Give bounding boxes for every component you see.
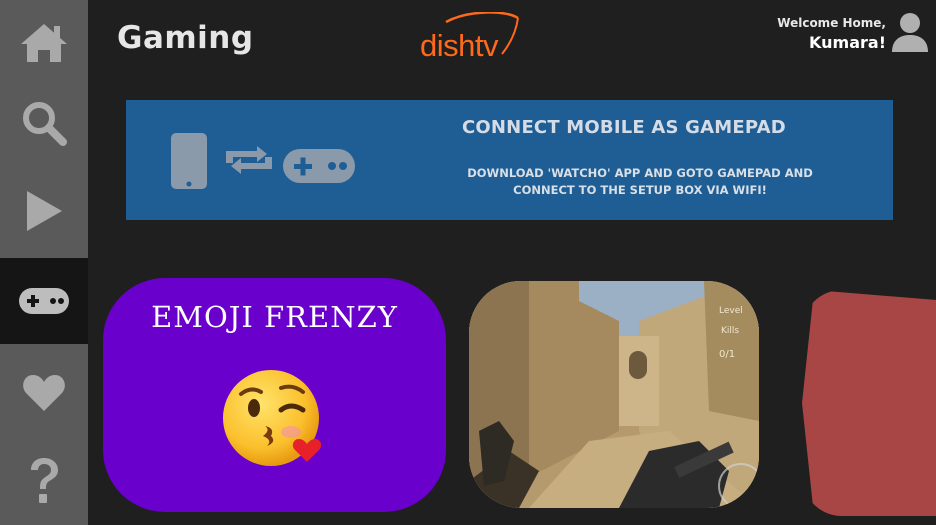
sidebar-item-gaming[interactable] [0,258,88,344]
game-card-partial[interactable] [802,290,936,516]
sync-icon [226,146,272,174]
question-icon [31,458,58,503]
sidebar-item-home[interactable] [0,0,88,86]
sidebar-item-search[interactable] [0,80,88,166]
sidebar-item-play[interactable] [0,168,88,254]
game-card-emoji-frenzy[interactable]: EMOJI FRENZY [103,278,446,512]
gamepad-icon [19,288,69,314]
gamepad-icon [283,149,355,183]
hud-level: Level [719,306,743,316]
sidebar [0,0,88,525]
banner-title: CONNECT MOBILE AS GAMEPAD [462,117,786,138]
logo-text: dishtv [420,28,498,63]
hud-score: 0/1 [719,349,735,360]
game-title: EMOJI FRENZY [151,300,398,334]
page-title: Gaming [117,20,254,56]
welcome-line: Welcome Home, [777,16,886,30]
phone-icon [171,133,207,189]
game-card-shooter[interactable]: Level Kills 0/1 [469,281,759,508]
kissing-face-emoji-icon [223,370,322,466]
user-name: Kumara! [809,33,886,52]
dishtv-logo: dishtv [418,12,522,63]
play-icon [27,191,62,231]
user-avatar-icon[interactable] [890,12,930,54]
banner-description: DOWNLOAD 'WATCHO' APP AND GOTO GAMEPAD A… [467,166,813,197]
sidebar-item-favorites[interactable] [0,350,88,436]
search-icon [23,102,67,146]
sidebar-item-help[interactable] [0,438,88,524]
shooter-game-screenshot: Level Kills 0/1 [469,281,759,508]
heart-icon [23,375,65,411]
connect-gamepad-banner[interactable]: CONNECT MOBILE AS GAMEPAD DOWNLOAD 'WATC… [126,100,893,220]
welcome-message: Welcome Home, Kumara! [777,16,886,52]
home-icon [21,24,67,62]
hud-kills: Kills [721,326,739,336]
